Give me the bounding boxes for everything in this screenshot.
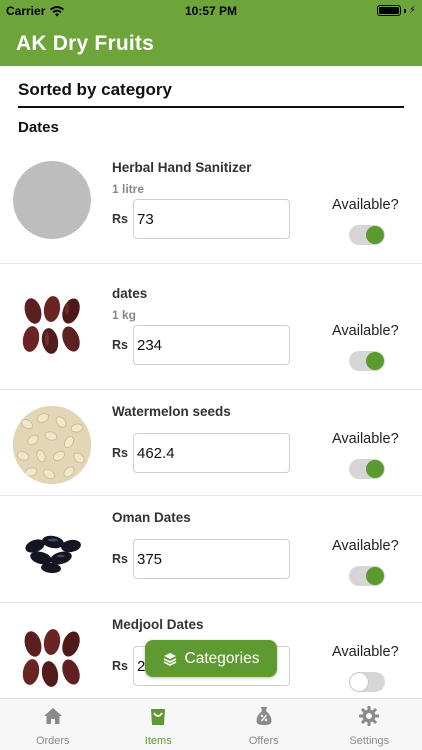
item-name: Oman Dates [112,510,191,525]
list-item: Herbal Hand Sanitizer 1 litre Rs Availab… [0,138,422,264]
list-item: dates 1 kg Rs Available? [0,264,422,390]
home-icon [43,708,62,724]
availability-toggle[interactable] [349,672,385,692]
availability-label: Available? [332,197,399,213]
categories-label: Categories [184,649,260,667]
bag-icon [151,709,166,725]
divider [18,106,404,108]
availability-label: Available? [332,644,399,660]
tab-label: Settings [349,735,390,747]
currency-label: Rs [112,446,128,460]
section-title: Dates [18,119,59,136]
charging-icon: ⚡ [408,4,416,16]
availability-label: Available? [332,323,399,339]
tab-label: Items [144,735,172,747]
tab-label: Orders [35,735,70,747]
item-unit: 1 kg [112,308,137,322]
currency-label: Rs [112,659,128,673]
price-input[interactable] [133,199,290,239]
app-title: AK Dry Fruits [16,32,154,55]
price-input[interactable] [133,325,290,365]
placeholder-image [13,161,91,239]
availability-label: Available? [332,538,399,554]
items-list[interactable]: Sorted by category Dates Herbal Hand San… [0,66,422,698]
tab-settings[interactable]: Settings [317,699,422,750]
battery-icon: ⚡ [376,4,416,16]
gear-icon [359,706,380,726]
sort-title: Sorted by category [18,80,172,99]
item-name: dates [112,286,148,301]
tab-orders[interactable]: Orders [0,699,106,750]
status-time: 10:57 PM [184,4,238,18]
navigation-bar: AK Dry Fruits [0,22,422,66]
status-bar: Carrier 10:57 PM ⚡ [0,0,422,22]
currency-label: Rs [112,552,128,566]
oman-dates-icon [13,512,91,590]
item-name: Medjool Dates [112,617,204,632]
layers-icon [163,652,176,666]
availability-toggle[interactable] [349,459,385,479]
tab-items[interactable]: Items [106,699,212,750]
availability-toggle[interactable] [349,225,385,245]
availability-toggle[interactable] [349,351,385,371]
categories-button[interactable]: Categories [145,640,277,677]
tab-offers[interactable]: Offers [211,699,317,750]
dates-icon [13,620,91,698]
currency-label: Rs [112,338,128,352]
dates-icon [13,287,91,365]
item-name: Herbal Hand Sanitizer [112,160,252,175]
price-input[interactable] [133,433,290,473]
price-input[interactable] [133,539,290,579]
tab-label: Offers [248,735,279,747]
availability-toggle[interactable] [349,566,385,586]
currency-label: Rs [112,212,128,226]
watermelon-seeds-icon [13,406,91,484]
item-unit: 1 litre [112,182,145,196]
offer-tag-icon [256,707,272,725]
list-item: Watermelon seeds Rs Available? [0,390,422,496]
availability-label: Available? [332,431,399,447]
tab-bar: Orders Items Offers Settings [0,698,422,750]
list-item: Oman Dates Rs Available? [0,496,422,603]
item-name: Watermelon seeds [112,404,231,419]
